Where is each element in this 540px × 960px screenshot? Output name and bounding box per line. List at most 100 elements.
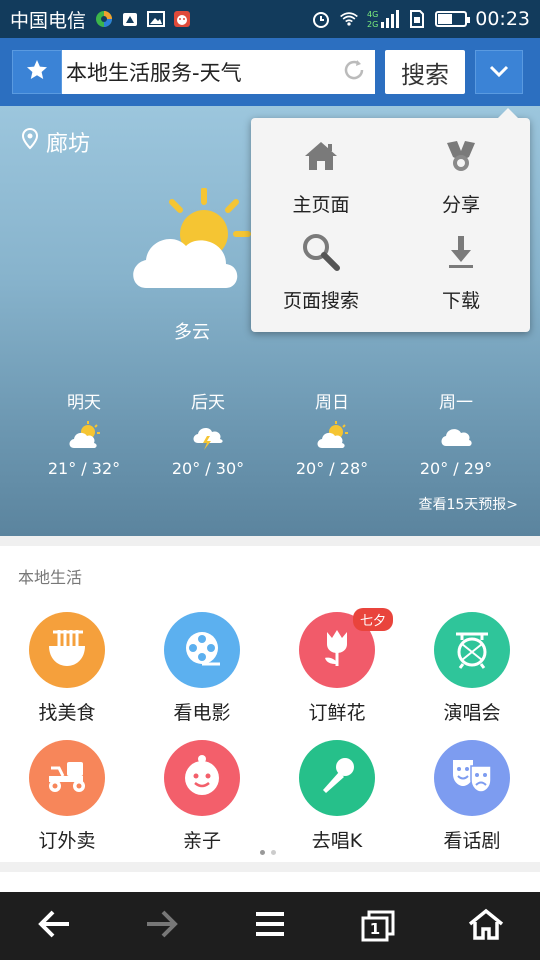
- food-circle: [29, 612, 105, 688]
- page-dot: [271, 850, 276, 855]
- microphone-icon: [315, 754, 359, 802]
- svg-text:2G: 2G: [367, 20, 378, 29]
- thunderstorm-icon: [190, 421, 226, 451]
- url-field[interactable]: 本地生活服务-天气: [62, 50, 375, 94]
- local-item-label: 看话剧: [443, 830, 501, 852]
- menu-item-label: 页面搜索: [282, 290, 359, 312]
- forecast-temp: 20° / 30°: [171, 459, 245, 478]
- family-circle: [164, 740, 240, 816]
- url-text: 本地生活服务-天气: [66, 61, 242, 85]
- forecast-list: 明天 21° / 32° 后天 20° / 30° 周日 20° / 28° 周…: [22, 388, 518, 478]
- address-bar: 本地生活服务-天气 搜索: [0, 38, 540, 106]
- noodle-bowl-icon: [45, 626, 89, 674]
- cloudy-icon: [438, 421, 474, 451]
- menu-item-label: 主页面: [292, 194, 350, 216]
- chevron-down-icon: [488, 63, 510, 82]
- home-icon: [301, 136, 341, 176]
- local-item-label: 看电影: [173, 702, 231, 724]
- partly-cloudy-icon: [314, 421, 350, 451]
- local-item-concert[interactable]: 演唱会: [405, 612, 539, 725]
- city-name: 廊坊: [46, 132, 91, 157]
- search-button[interactable]: 搜索: [385, 50, 465, 94]
- back-button[interactable]: [0, 892, 108, 960]
- forecast-day-name: 周一: [439, 393, 473, 413]
- local-item-family[interactable]: 亲子: [135, 740, 269, 853]
- battery-icon: [435, 11, 471, 27]
- local-item-label: 演唱会: [443, 702, 501, 724]
- local-item-food[interactable]: 找美食: [0, 612, 134, 725]
- favorite-button[interactable]: [12, 50, 62, 94]
- weather-condition: 多云: [174, 322, 210, 343]
- page-indicator: [260, 850, 276, 855]
- svg-text:4G: 4G: [367, 10, 378, 19]
- forecast-temp: 20° / 28°: [295, 459, 369, 478]
- forecast-day-name: 后天: [191, 393, 225, 413]
- film-reel-icon: [180, 626, 224, 674]
- refresh-icon[interactable]: [341, 57, 367, 87]
- forecast-temp: 20° / 29°: [419, 459, 493, 478]
- scooter-icon: [43, 756, 91, 800]
- city-location[interactable]: 廊坊: [21, 126, 91, 158]
- forecast-day: 周一 20° / 29°: [394, 388, 518, 478]
- app-icon: [94, 9, 114, 29]
- concert-circle: [434, 612, 510, 688]
- forecast-temp: 21° / 32°: [47, 459, 121, 478]
- menu-dropdown-button[interactable]: [475, 50, 523, 94]
- carrier-name: 中国电信: [10, 9, 87, 32]
- forecast-day: 明天 21° / 32°: [22, 388, 146, 478]
- drum-icon: [450, 626, 494, 674]
- forecast-day-name: 明天: [67, 393, 101, 413]
- menu-item-label: 下载: [441, 290, 480, 312]
- local-item-flowers[interactable]: 七夕 订鲜花: [270, 608, 404, 725]
- partly-cloudy-icon: [126, 187, 256, 308]
- forecast-day: 后天 20° / 30°: [146, 388, 270, 478]
- menu-item-label: 分享: [441, 194, 480, 216]
- forward-button[interactable]: [108, 892, 216, 960]
- download-icon: [441, 232, 481, 272]
- back-arrow-icon: [37, 909, 71, 943]
- alarm-icon: [311, 9, 331, 29]
- share-icon: [441, 136, 481, 176]
- forward-arrow-icon: [145, 909, 179, 943]
- cell-signal-icon: 4G 2G: [367, 9, 400, 29]
- wifi-icon: [339, 9, 359, 29]
- forecast-day-name: 周日: [315, 393, 349, 413]
- local-item-takeout[interactable]: 订外卖: [0, 740, 134, 853]
- movie-circle: [164, 612, 240, 688]
- menu-item-find-in-page[interactable]: 页面搜索: [251, 232, 391, 313]
- local-item-label: 去唱K: [311, 830, 363, 852]
- menu-item-download[interactable]: 下载: [391, 232, 531, 313]
- partly-cloudy-icon: [66, 421, 102, 451]
- promo-badge: 七夕: [352, 608, 393, 631]
- page-dot: [260, 850, 265, 855]
- tab-count: 1: [369, 920, 381, 938]
- local-item-karaoke[interactable]: 去唱K: [270, 740, 404, 853]
- location-pin-icon: [21, 127, 39, 156]
- local-life-section: 本地生活 找美食 看电影 七夕 订鲜花 演唱会 订外卖 亲子 去唱K 看话剧: [0, 546, 540, 862]
- clock: 00:23: [475, 8, 530, 30]
- menu-button[interactable]: [216, 892, 324, 960]
- local-item-drama[interactable]: 看话剧: [405, 740, 539, 853]
- takeout-circle: [29, 740, 105, 816]
- home-button[interactable]: [432, 892, 540, 960]
- local-item-label: 找美食: [38, 702, 96, 724]
- local-item-label: 订外卖: [38, 830, 96, 852]
- local-item-label: 亲子: [182, 830, 221, 852]
- flowers-circle: 七夕: [299, 608, 393, 688]
- status-bar: 中国电信 4G 2G 00:23: [0, 0, 540, 38]
- menu-item-home[interactable]: 主页面: [251, 136, 391, 217]
- image-icon: [146, 9, 166, 29]
- tabs-button[interactable]: 1: [324, 892, 432, 960]
- drama-circle: [434, 740, 510, 816]
- star-icon: [25, 58, 49, 86]
- menu-icon: [254, 910, 286, 942]
- karaoke-circle: [299, 740, 375, 816]
- local-item-movie[interactable]: 看电影: [135, 612, 269, 725]
- bottom-toolbar: 1: [0, 892, 540, 960]
- next-section-peek: [0, 872, 540, 892]
- theater-masks-icon: [449, 756, 495, 800]
- forecast-15day-link[interactable]: 查看15天预报>: [418, 494, 518, 514]
- tabs-icon: 1: [361, 910, 395, 942]
- forecast-day: 周日 20° / 28°: [270, 388, 394, 478]
- menu-item-share[interactable]: 分享: [391, 136, 531, 217]
